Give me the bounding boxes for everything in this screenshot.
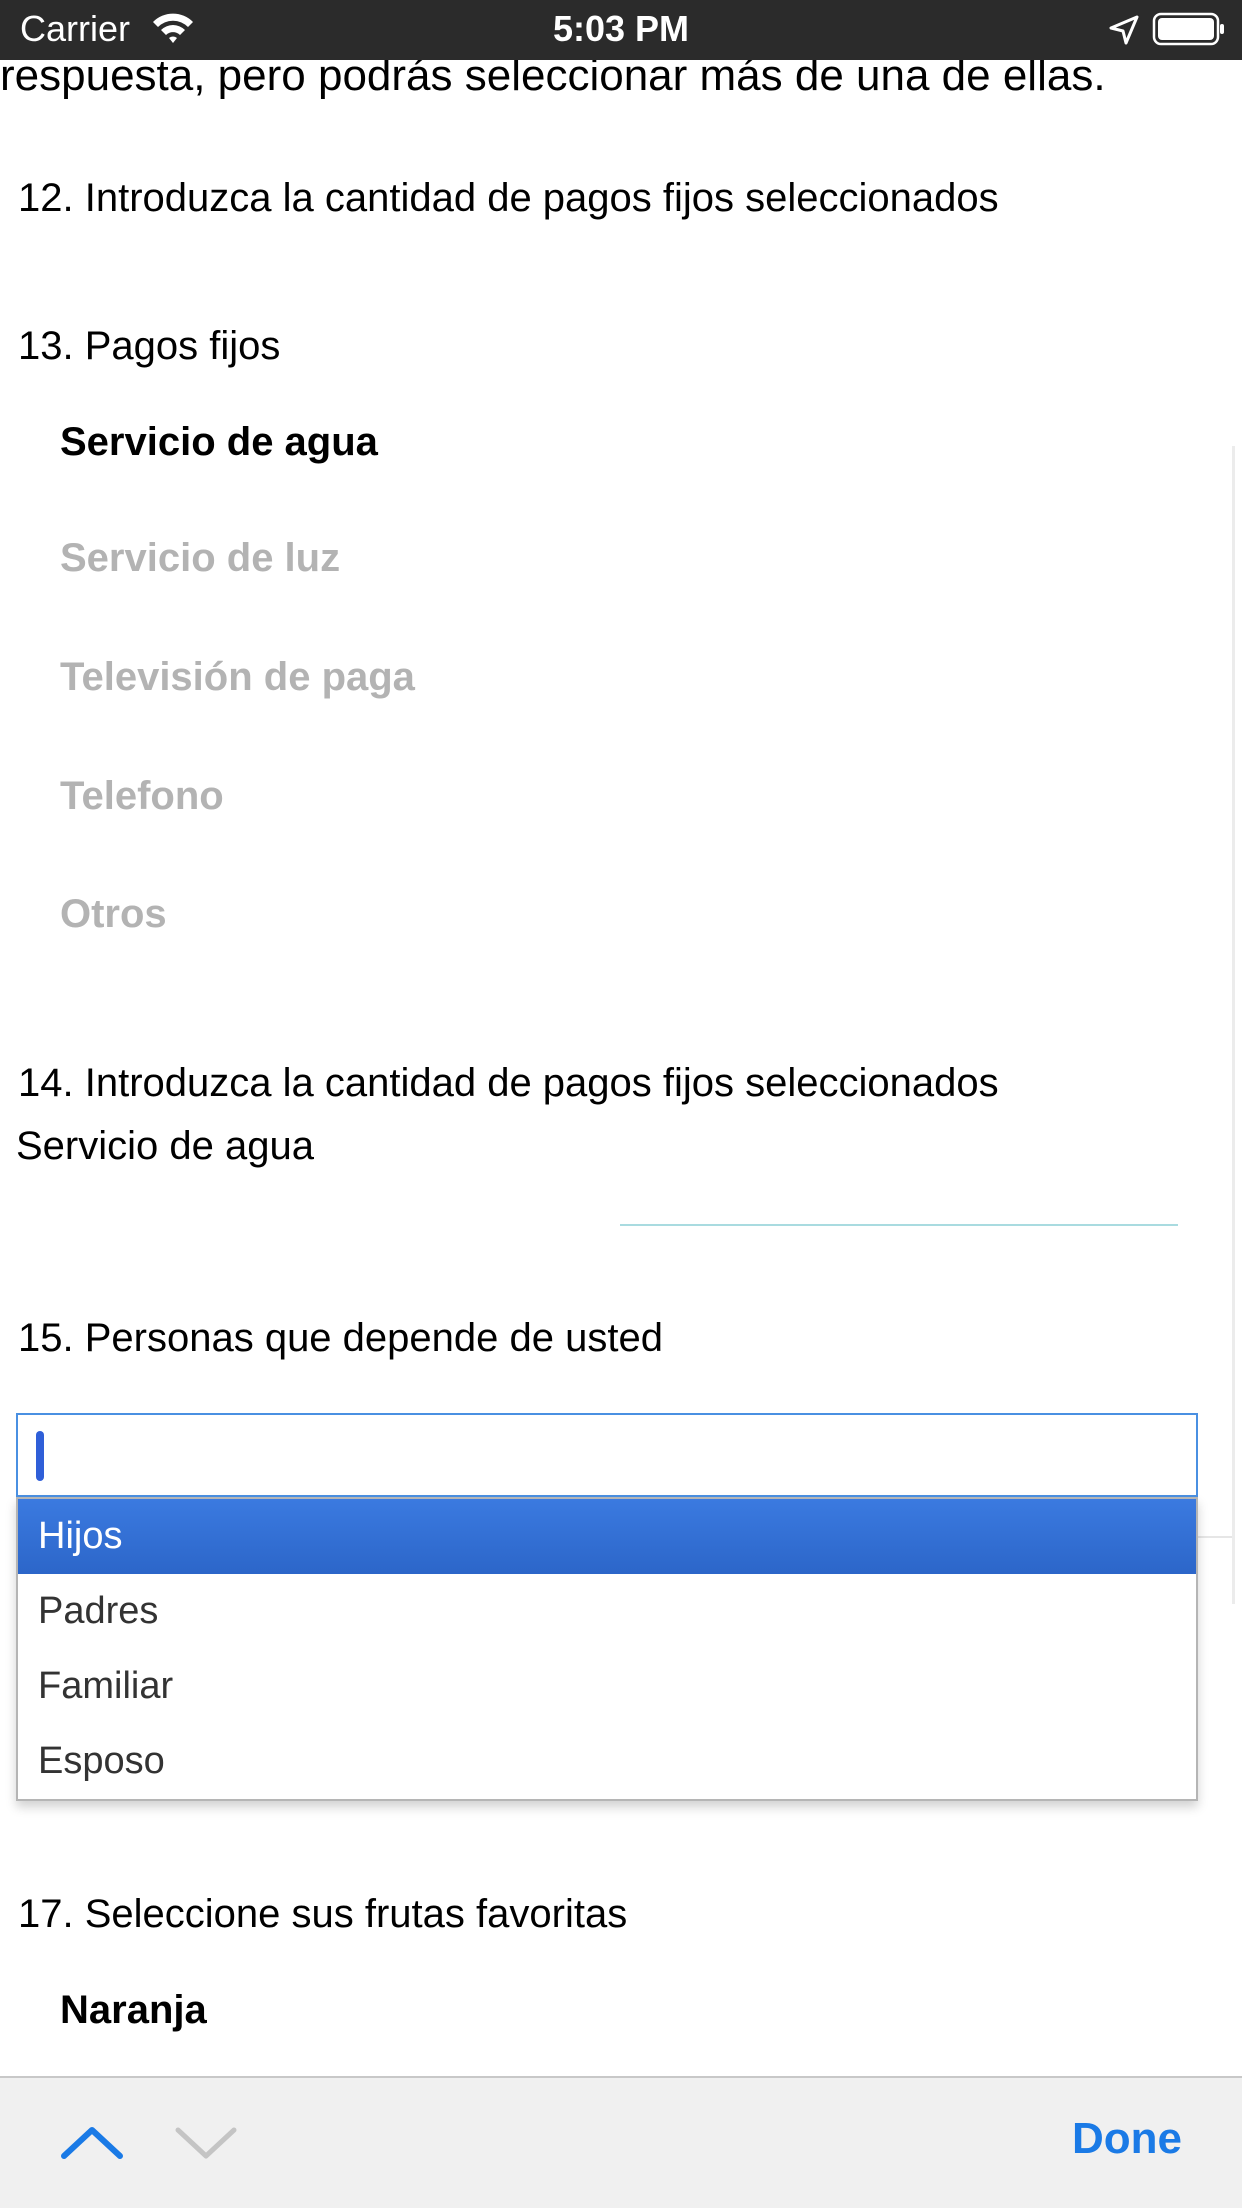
done-button[interactable]: Done [1072, 2114, 1182, 2164]
dropdown-option-familiar[interactable]: Familiar [18, 1649, 1196, 1724]
question-13-label: 13. Pagos fijos [18, 324, 281, 368]
screen: respuesta, pero podrás seleccionar más d… [0, 0, 1242, 2208]
dependents-dropdown-list: Hijos Padres Familiar Esposo [16, 1497, 1198, 1801]
question-12-label: 12. Introduzca la cantidad de pagos fijo… [18, 176, 999, 220]
dropdown-option-padres[interactable]: Padres [18, 1574, 1196, 1649]
dependents-combo-input[interactable] [16, 1413, 1198, 1497]
keyboard-accessory-toolbar: Done [0, 2076, 1242, 2208]
question-14-label: 14. Introduzca la cantidad de pagos fijo… [18, 1061, 999, 1105]
question-14-sublabel: Servicio de agua [16, 1124, 314, 1168]
battery-icon [1152, 12, 1224, 46]
option-naranja[interactable]: Naranja [60, 1984, 207, 2036]
option-servicio-de-luz[interactable]: Servicio de luz [60, 532, 340, 584]
option-telefono[interactable]: Telefono [60, 770, 224, 822]
status-bar: Carrier 5:03 PM [0, 0, 1242, 60]
hidden-field-divider [1198, 1536, 1232, 1538]
quantity-input-servicio-de-agua[interactable] [620, 1224, 1178, 1226]
clock: 5:03 PM [552, 8, 690, 49]
question-15-label: 15. Personas que depende de usted [18, 1316, 663, 1360]
survey-content: respuesta, pero podrás seleccionar más d… [0, 0, 1242, 2076]
text-caret [36, 1431, 44, 1481]
question-17-label: 17. Seleccione sus frutas favoritas [18, 1892, 628, 1936]
chevron-up-icon[interactable] [60, 2116, 124, 2168]
scrollbar-track [1232, 446, 1235, 1604]
location-arrow-icon [1109, 15, 1139, 45]
option-otros[interactable]: Otros [60, 888, 167, 940]
chevron-down-icon[interactable] [174, 2116, 238, 2168]
dropdown-option-esposo[interactable]: Esposo [18, 1724, 1196, 1799]
option-servicio-de-agua[interactable]: Servicio de agua [60, 416, 378, 468]
option-television-de-paga[interactable]: Televisión de paga [60, 651, 415, 703]
dropdown-option-hijos[interactable]: Hijos [18, 1499, 1196, 1574]
